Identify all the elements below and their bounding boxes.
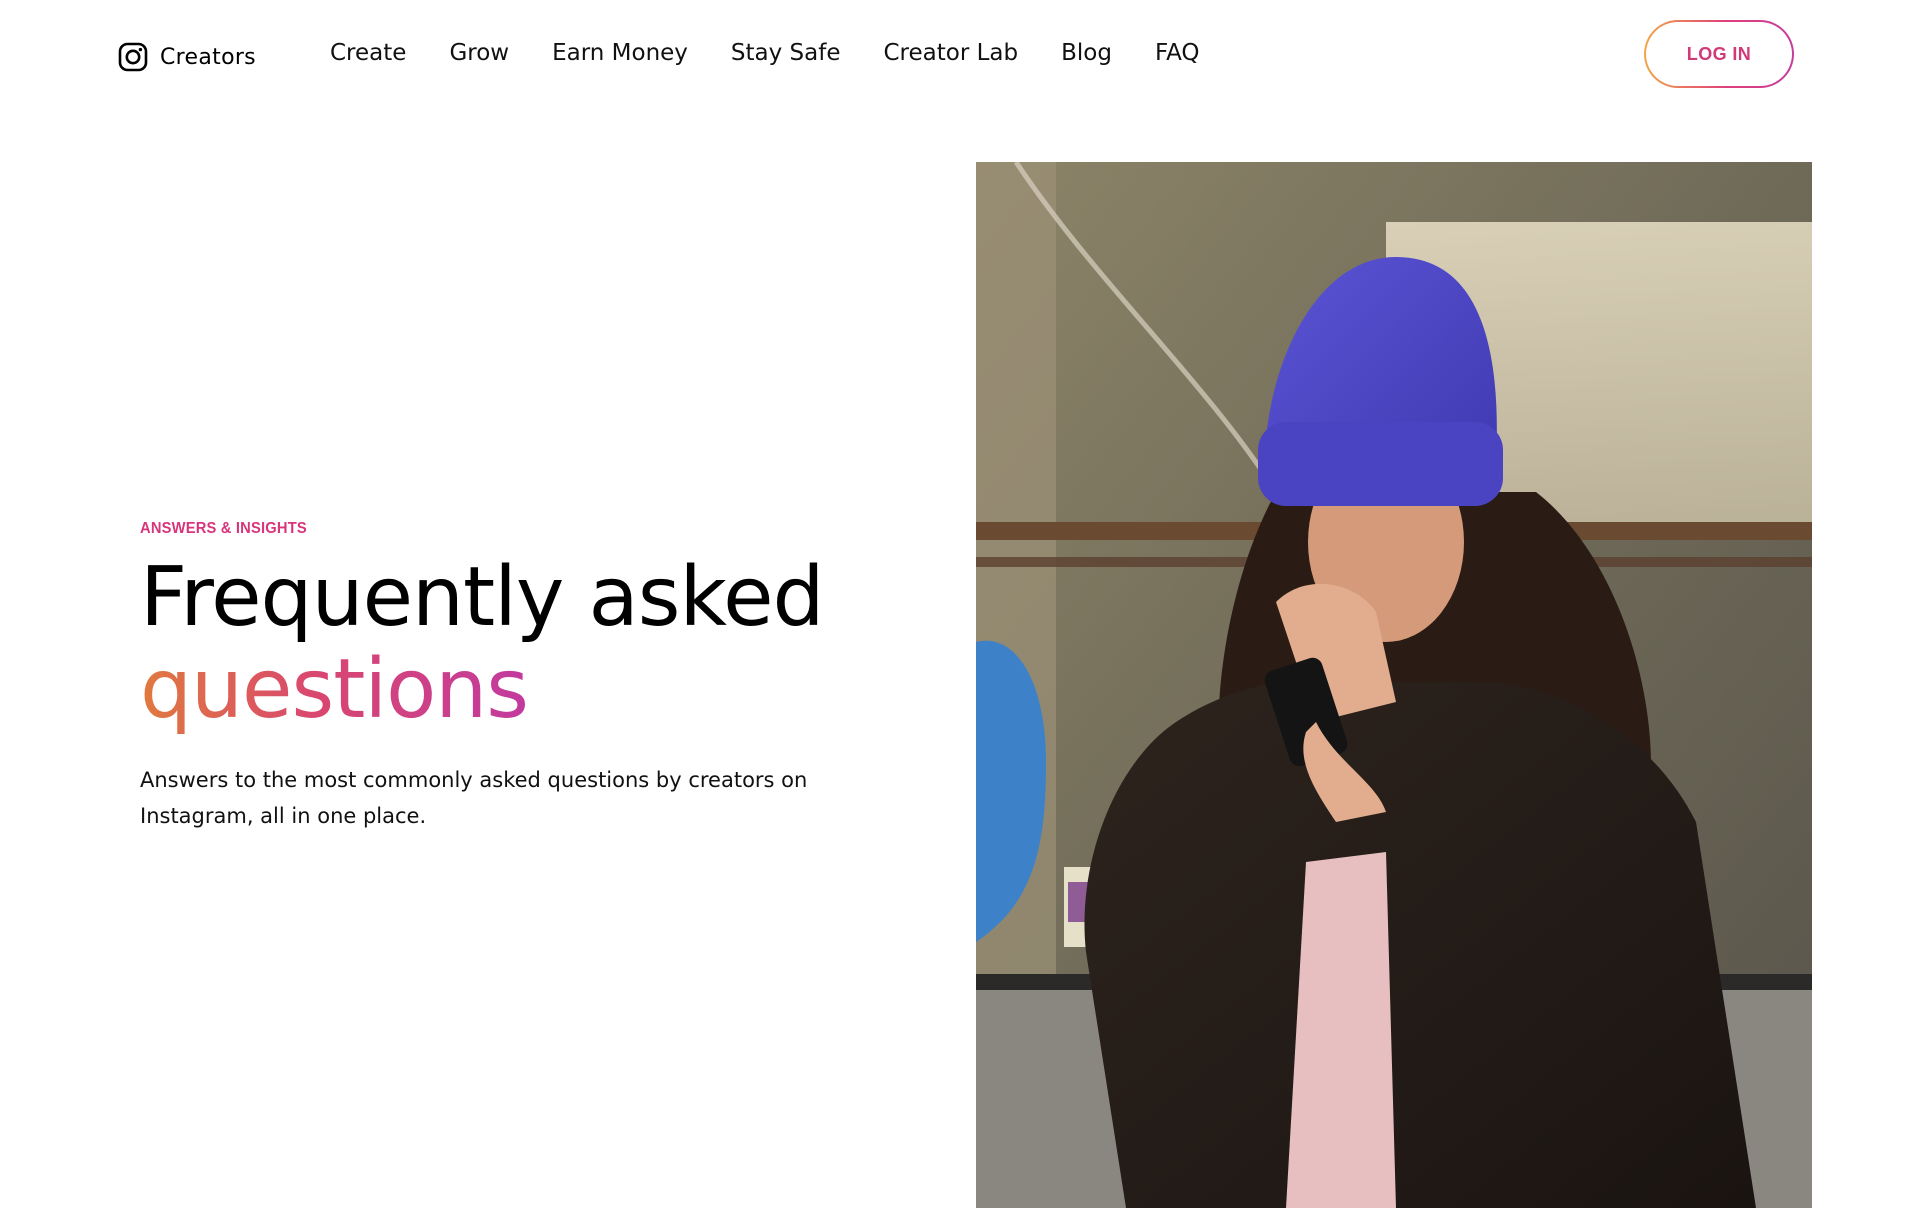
top-navigation: Creators Create Grow Earn Money Stay Saf… (0, 0, 1920, 110)
nav-item-creator-lab[interactable]: Creator Lab (884, 36, 1019, 70)
nav-item-grow[interactable]: Grow (449, 36, 509, 70)
nav-item-stay-safe[interactable]: Stay Safe (731, 36, 841, 70)
hero-section: ANSWERS & INSIGHTS Frequently asked ques… (140, 520, 860, 834)
hero-photo-illustration (976, 162, 1812, 1208)
page-title-line2: questions (140, 642, 529, 737)
login-button[interactable]: LOG IN (1644, 20, 1794, 88)
hero-photo (976, 162, 1812, 1208)
page-title: Frequently asked questions (140, 552, 860, 736)
nav-item-faq[interactable]: FAQ (1155, 36, 1200, 70)
hero-subtitle: Answers to the most commonly asked quest… (140, 768, 808, 828)
login-button-label: LOG IN (1646, 22, 1792, 86)
page-title-line1: Frequently asked (140, 550, 825, 645)
eyebrow-label: ANSWERS & INSIGHTS (140, 520, 307, 537)
brand-label: Creators (160, 44, 256, 70)
nav-item-create[interactable]: Create (330, 36, 406, 70)
main-nav: Create Grow Earn Money Stay Safe Creator… (330, 36, 1243, 70)
nav-item-earn-money[interactable]: Earn Money (552, 36, 688, 70)
brand-link[interactable]: Creators (118, 40, 256, 74)
nav-item-blog[interactable]: Blog (1061, 36, 1112, 70)
instagram-icon (118, 42, 148, 72)
